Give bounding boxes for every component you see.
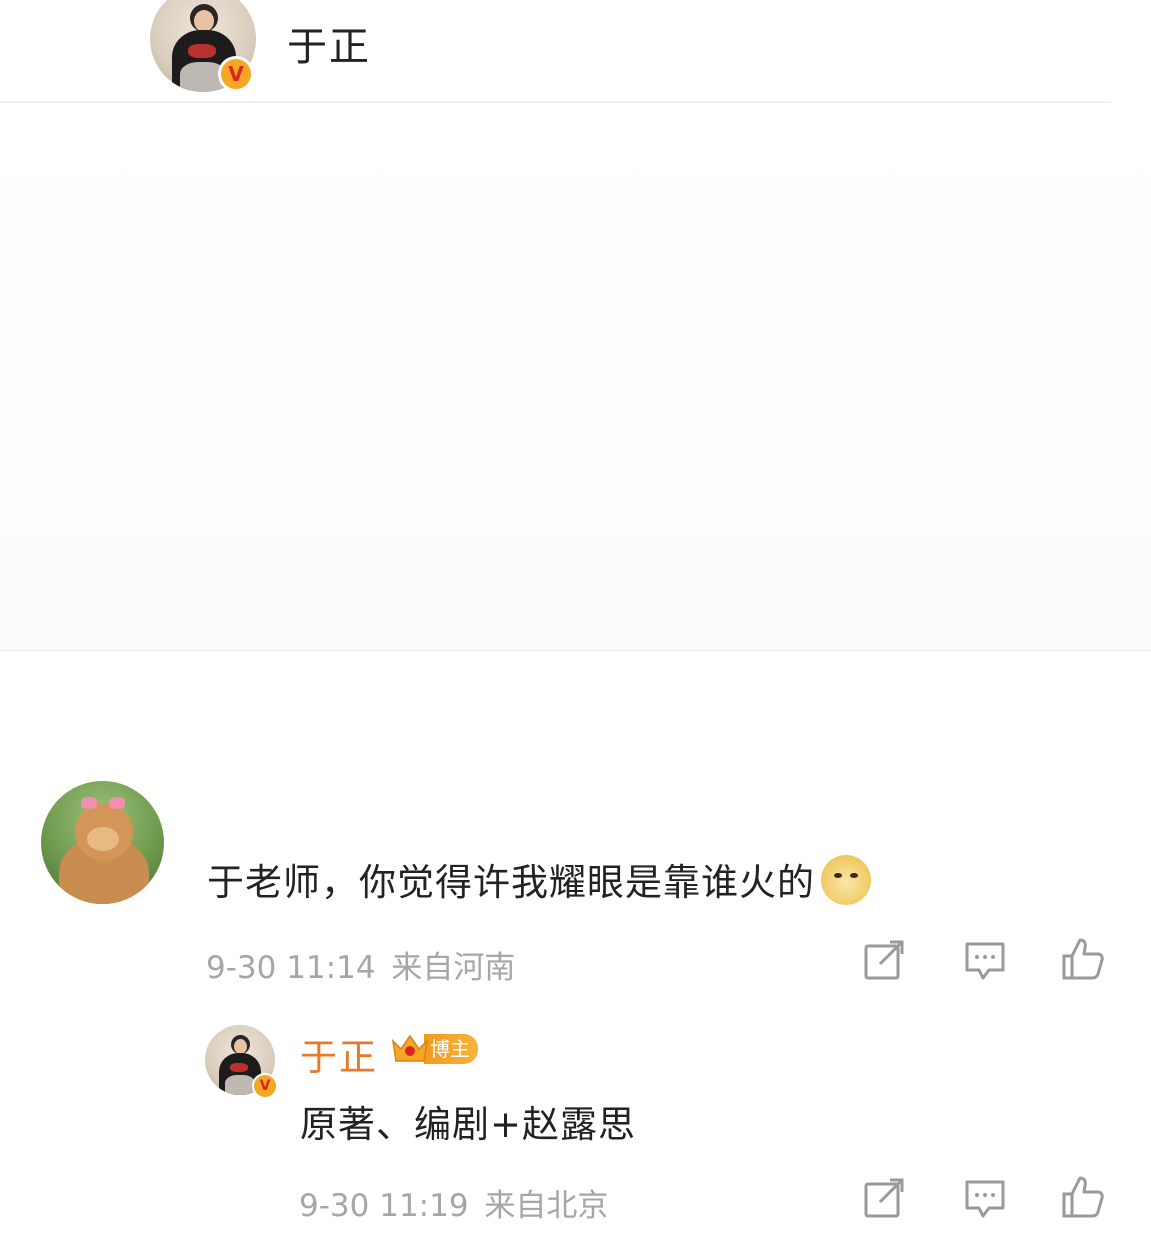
reply-date: 9-30	[299, 1188, 370, 1224]
reply-time: 11:19	[379, 1188, 469, 1224]
blogger-badge: 博主	[390, 1031, 478, 1067]
reply-author-name[interactable]: 于正	[300, 1027, 378, 1081]
blogger-badge-label: 博主	[424, 1034, 478, 1064]
comment-time: 11:14	[286, 950, 376, 986]
reply-location: 来自北京	[484, 1188, 609, 1224]
commenter-avatar-photo	[41, 781, 164, 904]
post-media-area	[0, 103, 1151, 651]
comment-body: 于老师，你觉得许我耀眼是靠谁火的	[207, 852, 871, 906]
doge-emoji-icon	[821, 855, 871, 905]
commenter-avatar[interactable]	[41, 781, 164, 904]
verified-badge-icon: V	[218, 56, 254, 92]
reply-share-icon[interactable]	[862, 1176, 906, 1220]
like-icon[interactable]	[1060, 936, 1104, 980]
comment-text: 于老师，你觉得许我耀眼是靠谁火的	[207, 861, 815, 904]
comment-meta: 9-30 11:14 来自河南	[206, 942, 515, 987]
reply-text: 原著、编剧+赵露思	[300, 1103, 637, 1146]
reply-verified-badge-icon: V	[252, 1073, 278, 1099]
comment-location: 来自河南	[391, 950, 516, 986]
share-icon[interactable]	[862, 938, 906, 982]
author-name[interactable]: 于正	[287, 14, 371, 72]
comment-date: 9-30	[206, 950, 277, 986]
comment-icon[interactable]	[963, 938, 1007, 982]
weibo-post-page: V 于正 于老师，你觉得许我耀眼是靠谁火的 9-30 11:14 来自河南 V …	[0, 0, 1151, 1239]
media-divider	[0, 650, 1151, 651]
reply-meta: 9-30 11:19 来自北京	[299, 1180, 608, 1225]
reply-like-icon[interactable]	[1060, 1174, 1104, 1218]
reply-comment-icon[interactable]	[963, 1176, 1007, 1220]
crown-icon	[390, 1031, 430, 1067]
